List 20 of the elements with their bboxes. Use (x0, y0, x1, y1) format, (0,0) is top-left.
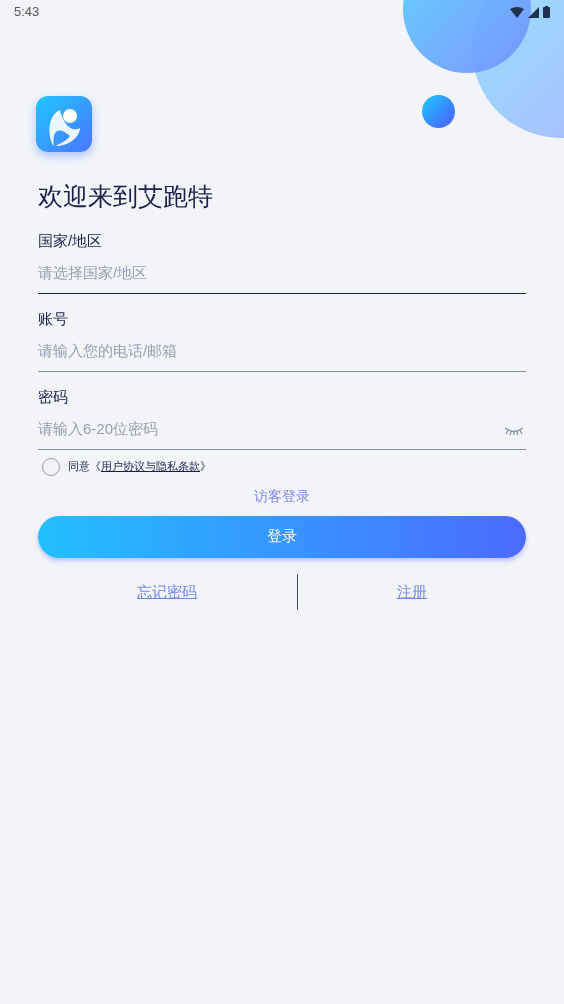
input-field[interactable]: 请输入6-20位密码 (38, 412, 526, 450)
wifi-icon (510, 6, 524, 18)
signal-icon (528, 6, 539, 18)
agreement-text: 同意《用户协议与隐私条款》 (68, 459, 211, 475)
app-logo (36, 96, 92, 152)
register-link[interactable]: 注册 (396, 582, 427, 600)
eye-closed-icon[interactable] (504, 425, 524, 436)
field-label: 密码 (38, 386, 69, 407)
status-time: 5:43 (14, 3, 40, 22)
agreement-link[interactable]: 用户协议与隐私条款 (101, 460, 200, 473)
welcome-title: 欢迎来到艾跑特 (38, 181, 214, 212)
input-field[interactable]: 请选择国家/地区 (38, 256, 526, 294)
field-label: 国家/地区 (38, 230, 104, 251)
field-label: 账号 (38, 308, 69, 329)
guest-login-link[interactable]: 访客登录 (254, 487, 310, 504)
login-button[interactable]: 登录 (38, 515, 526, 558)
input-field[interactable]: 请输入您的电话/邮箱 (38, 334, 526, 372)
battery-icon (543, 6, 550, 18)
decorative-circle (422, 95, 455, 128)
forgot-password-link[interactable]: 忘记密码 (137, 582, 198, 600)
